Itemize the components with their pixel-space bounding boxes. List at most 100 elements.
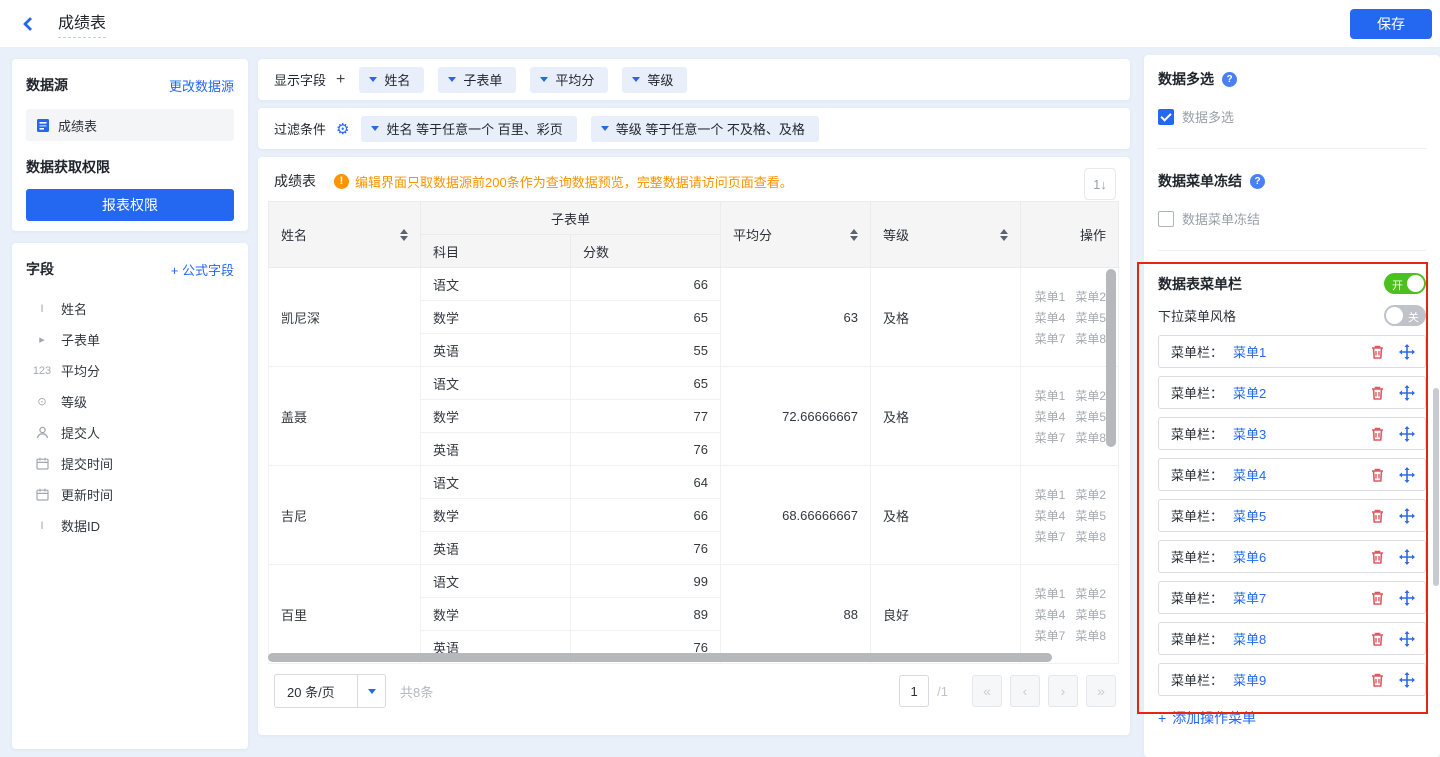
sort-icon[interactable] (850, 229, 858, 241)
multi-select-checkbox[interactable] (1158, 109, 1174, 125)
row-menu-link[interactable]: 菜单7 (1035, 627, 1066, 644)
row-menu-link[interactable]: 菜单4 (1035, 507, 1066, 524)
row-menu-link[interactable]: 菜单1 (1035, 585, 1066, 602)
back-button[interactable] (16, 10, 44, 38)
first-page-button[interactable]: « (972, 675, 1002, 707)
datasource-item[interactable]: 成绩表 (26, 109, 234, 141)
prev-page-button[interactable]: ‹ (1010, 675, 1040, 707)
col-header-name[interactable]: 姓名 (269, 202, 421, 268)
delete-icon[interactable] (1370, 426, 1385, 442)
add-display-field-button[interactable]: + (336, 71, 345, 89)
save-button[interactable]: 保存 (1350, 9, 1432, 39)
field-chip[interactable]: 等级 等于任意一个 不及格、及格 (591, 116, 819, 142)
menu-item-link[interactable]: 菜单4 (1233, 465, 1266, 484)
change-datasource-link[interactable]: 更改数据源 (169, 76, 234, 95)
field-item[interactable]: 更新时间 (26, 479, 234, 510)
dropdown-style-toggle[interactable]: 关 (1384, 305, 1426, 326)
cell-subject: 语文 (421, 367, 571, 400)
row-menu-link[interactable]: 菜单7 (1035, 330, 1066, 347)
next-page-button[interactable]: › (1048, 675, 1078, 707)
delete-icon[interactable] (1370, 631, 1385, 647)
row-menu-link[interactable]: 菜单8 (1075, 627, 1106, 644)
vertical-scrollbar[interactable] (1106, 269, 1116, 447)
delete-icon[interactable] (1370, 590, 1385, 606)
row-menu-link[interactable]: 菜单5 (1075, 309, 1106, 326)
last-page-button[interactable]: » (1086, 675, 1116, 707)
row-menu-link[interactable]: 菜单8 (1075, 528, 1106, 545)
help-icon[interactable]: ? (1250, 174, 1265, 189)
row-menu-link[interactable]: 菜单1 (1035, 387, 1066, 404)
row-menu-link[interactable]: 菜单4 (1035, 606, 1066, 623)
row-menu-link[interactable]: 菜单4 (1035, 309, 1066, 326)
move-icon[interactable] (1399, 631, 1415, 647)
delete-icon[interactable] (1370, 549, 1385, 565)
menu-item-link[interactable]: 菜单5 (1233, 506, 1266, 525)
sort-tool-button[interactable]: 1↓ (1084, 168, 1116, 200)
delete-icon[interactable] (1370, 467, 1385, 483)
add-formula-field-link[interactable]: + 公式字段 (171, 260, 234, 279)
row-menu-link[interactable]: 菜单1 (1035, 288, 1066, 305)
delete-icon[interactable] (1370, 385, 1385, 401)
row-menu-link[interactable]: 菜单5 (1075, 408, 1106, 425)
menu-item-prefix: 菜单栏： (1171, 506, 1223, 525)
row-menu-link[interactable]: 菜单2 (1075, 288, 1106, 305)
row-menu-link[interactable]: 菜单2 (1075, 486, 1106, 503)
sort-icon[interactable] (1000, 229, 1008, 241)
sort-icon[interactable] (400, 229, 408, 241)
field-item[interactable]: 123 平均分 (26, 355, 234, 386)
field-chip[interactable]: 平均分 (530, 67, 608, 93)
row-menu-link[interactable]: 菜单5 (1075, 606, 1106, 623)
move-icon[interactable] (1399, 672, 1415, 688)
menu-item-link[interactable]: 菜单2 (1233, 383, 1266, 402)
table-menubar-toggle[interactable]: 开 (1384, 273, 1426, 294)
move-icon[interactable] (1399, 467, 1415, 483)
move-icon[interactable] (1399, 426, 1415, 442)
field-chip[interactable]: 姓名 等于任意一个 百里、彩页 (361, 116, 576, 142)
field-chip[interactable]: 姓名 (359, 67, 424, 93)
row-menu-link[interactable]: 菜单5 (1075, 507, 1106, 524)
field-item[interactable]: ⊙ 等级 (26, 386, 234, 417)
row-menu-link[interactable]: 菜单4 (1035, 408, 1066, 425)
move-icon[interactable] (1399, 385, 1415, 401)
move-icon[interactable] (1399, 549, 1415, 565)
field-item[interactable]: I 数据ID (26, 510, 234, 541)
field-item[interactable]: I 姓名 (26, 293, 234, 324)
add-menu-button[interactable]: + 添加操作菜单 (1158, 708, 1426, 728)
gear-icon[interactable]: ⚙ (336, 120, 349, 138)
field-item[interactable]: 提交人 (26, 417, 234, 448)
menu-item-link[interactable]: 菜单8 (1233, 629, 1266, 648)
row-menu-link[interactable]: 菜单1 (1035, 486, 1066, 503)
current-page-input[interactable]: 1 (899, 675, 929, 707)
report-permission-button[interactable]: 报表权限 (26, 189, 234, 221)
page-size-dropdown[interactable] (357, 675, 385, 707)
field-chip[interactable]: 子表单 (438, 67, 516, 93)
delete-icon[interactable] (1370, 344, 1385, 360)
col-header-grade[interactable]: 等级 (871, 202, 1021, 268)
horizontal-scrollbar[interactable] (268, 653, 1118, 662)
row-menu-link[interactable]: 菜单8 (1075, 429, 1106, 446)
menu-item-link[interactable]: 菜单9 (1233, 670, 1266, 689)
menu-freeze-checkbox[interactable] (1158, 211, 1174, 227)
row-menu-link[interactable]: 菜单8 (1075, 330, 1106, 347)
delete-icon[interactable] (1370, 508, 1385, 524)
menu-item-link[interactable]: 菜单6 (1233, 547, 1266, 566)
field-item[interactable]: ▸ 子表单 (26, 324, 234, 355)
row-menu-link[interactable]: 菜单2 (1075, 387, 1106, 404)
move-icon[interactable] (1399, 344, 1415, 360)
row-menu-link[interactable]: 菜单2 (1075, 585, 1106, 602)
row-menu-link[interactable]: 菜单7 (1035, 429, 1066, 446)
col-header-avg[interactable]: 平均分 (721, 202, 871, 268)
field-chip[interactable]: 等级 (622, 67, 687, 93)
move-icon[interactable] (1399, 508, 1415, 524)
row-menu-link[interactable]: 菜单7 (1035, 528, 1066, 545)
delete-icon[interactable] (1370, 672, 1385, 688)
page-size-select[interactable]: 20 条/页 (274, 674, 386, 708)
menu-item-link[interactable]: 菜单1 (1233, 342, 1266, 361)
move-icon[interactable] (1399, 590, 1415, 606)
page-title[interactable]: 成绩表 (58, 9, 106, 38)
page-scrollbar[interactable] (1433, 388, 1439, 586)
menu-item-link[interactable]: 菜单7 (1233, 588, 1266, 607)
help-icon[interactable]: ? (1222, 72, 1237, 87)
field-item[interactable]: 提交时间 (26, 448, 234, 479)
menu-item-link[interactable]: 菜单3 (1233, 424, 1266, 443)
